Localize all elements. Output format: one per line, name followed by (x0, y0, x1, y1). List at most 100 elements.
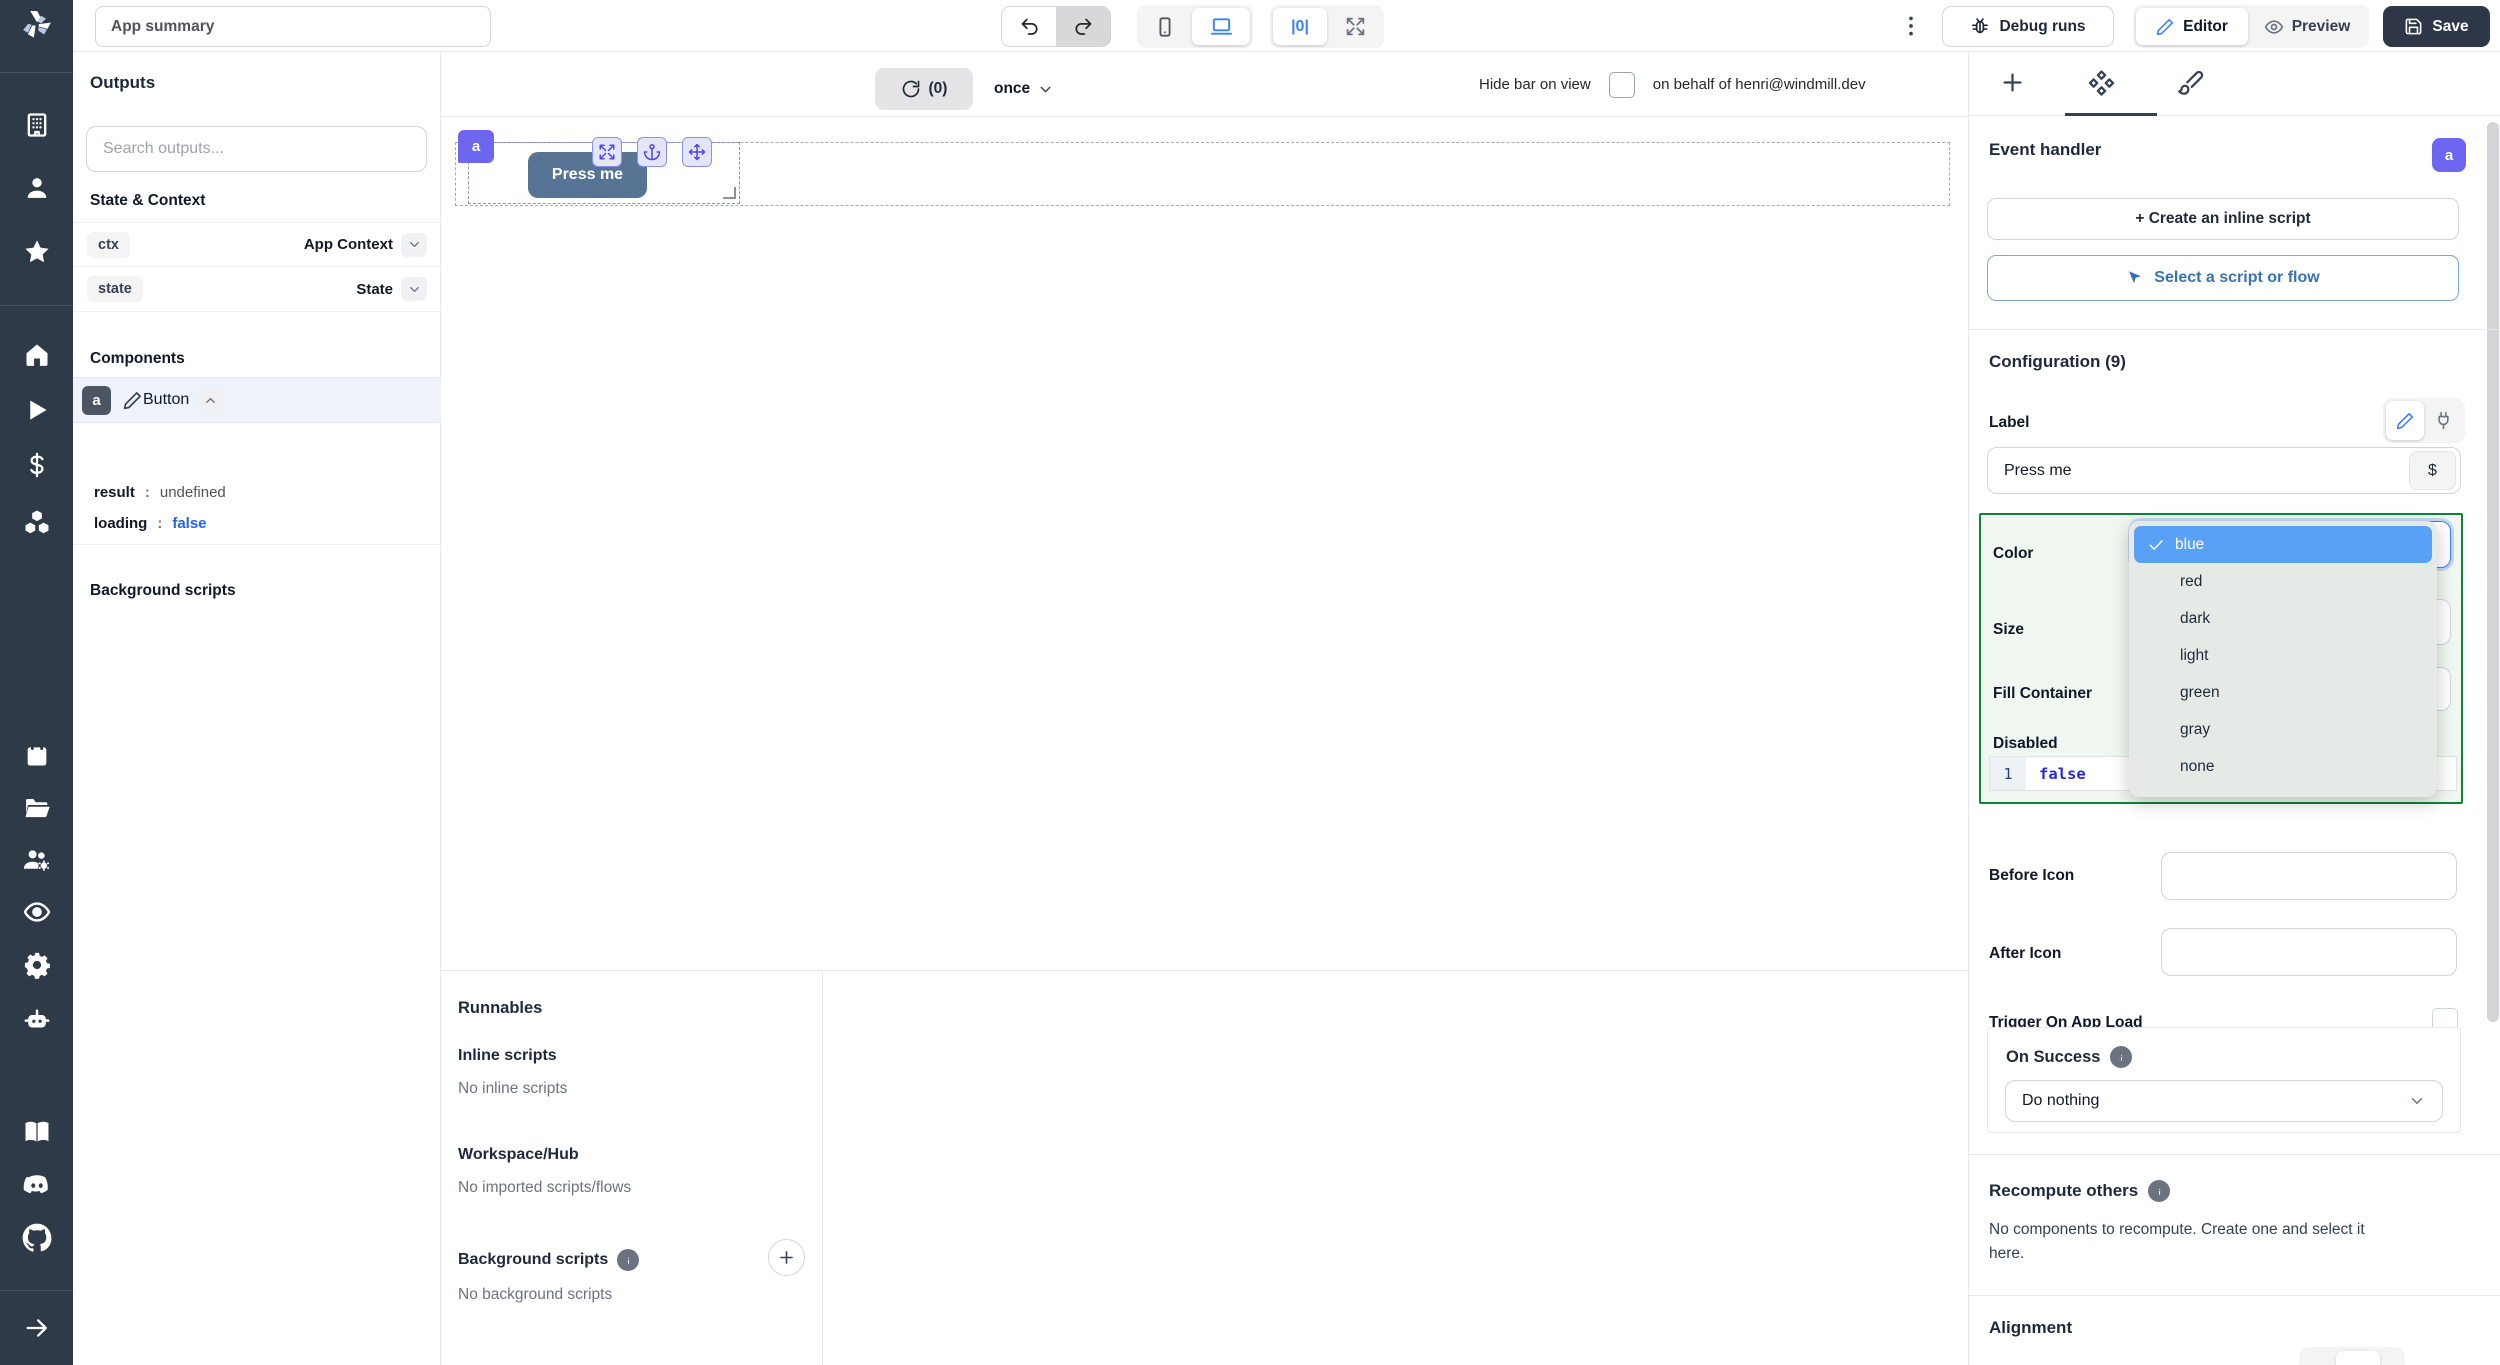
workspace-hub-title: Workspace/Hub (458, 1146, 579, 1163)
on-success-card: On Success Do nothing (1987, 1027, 2461, 1133)
code-value: false (2039, 764, 2086, 783)
create-inline-script-button[interactable]: + Create an inline script (1987, 198, 2459, 240)
after-icon-input[interactable] (2161, 928, 2457, 976)
on-success-value: Do nothing (2022, 1092, 2100, 1109)
panel-scrollbar[interactable] (2487, 122, 2499, 1022)
tab-styling[interactable] (2177, 69, 2204, 96)
select-script-label: Select a script or flow (2154, 269, 2320, 286)
github-icon[interactable] (22, 1223, 52, 1253)
redo-button[interactable] (1056, 7, 1110, 46)
building-icon[interactable] (23, 111, 51, 139)
boxes-icon[interactable] (22, 508, 51, 537)
component-row-button[interactable]: a Button (73, 377, 441, 423)
undo-button[interactable] (1002, 7, 1056, 46)
tab-editor[interactable]: Editor (2136, 8, 2248, 45)
anchor-component-button[interactable] (637, 137, 667, 167)
chevron-down-icon[interactable] (401, 232, 427, 257)
expand-component-button[interactable] (592, 137, 622, 167)
background-scripts-empty: No background scripts (458, 1286, 613, 1303)
app-canvas[interactable]: a Press me (441, 117, 1968, 970)
before-icon-field-label: Before Icon (1989, 867, 2075, 884)
dropdown-option-blue[interactable]: blue (2134, 526, 2432, 563)
play-icon[interactable] (23, 397, 50, 424)
output-row-state[interactable]: state State (73, 267, 441, 312)
label-value-input[interactable] (1988, 461, 2409, 480)
calendar-icon[interactable] (23, 741, 51, 769)
desktop-view-button[interactable] (1192, 8, 1250, 45)
search-outputs-input[interactable] (86, 126, 427, 172)
code-line-number: 1 (1990, 757, 2026, 790)
color-field-label: Color (1993, 545, 2034, 562)
debug-runs-button[interactable]: Debug runs (1942, 6, 2114, 47)
fill-container-field-label: Fill Container (1993, 685, 2093, 702)
tab-preview[interactable]: Preview (2248, 8, 2366, 45)
info-icon[interactable] (2110, 1046, 2133, 1068)
alignment-toggle-partial[interactable] (2299, 1347, 2405, 1365)
discord-icon[interactable] (22, 1170, 52, 1200)
center-align-icon: |0| (1291, 17, 1309, 35)
chevron-up-icon[interactable] (197, 388, 224, 412)
dollar-icon[interactable] (23, 452, 50, 479)
folder-open-icon[interactable] (22, 794, 51, 823)
star-icon[interactable] (23, 238, 51, 266)
add-background-script-button[interactable] (768, 1239, 805, 1276)
dropdown-option-dark[interactable]: dark (2134, 600, 2432, 637)
dropdown-option-gray[interactable]: gray (2134, 711, 2432, 748)
output-id-badge: ctx (87, 231, 130, 258)
dropdown-option-label: green (2180, 683, 2220, 701)
resize-handle[interactable] (723, 187, 736, 199)
connect-value-button[interactable] (2424, 401, 2462, 440)
info-icon[interactable] (2148, 1180, 2171, 1202)
output-row-ctx[interactable]: ctx App Context (73, 222, 441, 267)
component-icon (2088, 70, 2115, 96)
tab-insert-component[interactable] (1999, 69, 2026, 96)
book-icon[interactable] (22, 1118, 51, 1147)
expand-canvas-button[interactable] (1329, 8, 1381, 45)
app-summary-input[interactable] (95, 6, 491, 47)
home-icon[interactable] (23, 341, 51, 369)
arrow-right-icon[interactable] (23, 1314, 51, 1342)
canvas-toolbar: (0) once Hide bar on view on behalf of h… (441, 52, 1968, 117)
tab-component-settings[interactable] (2088, 69, 2115, 96)
dropdown-option-red[interactable]: red (2134, 563, 2432, 600)
alignment-title: Alignment (1989, 1318, 2073, 1337)
mobile-view-button[interactable] (1140, 8, 1190, 45)
chevron-down-icon[interactable] (401, 277, 427, 301)
output-key: loading (94, 515, 148, 532)
output-kv-loading[interactable]: loading : false (94, 515, 207, 532)
kebab-menu-icon[interactable] (1898, 13, 1924, 39)
gear-icon[interactable] (22, 951, 51, 980)
windmill-logo[interactable] (20, 7, 54, 46)
center-align-button[interactable]: |0| (1273, 8, 1327, 45)
static-value-button[interactable] (2386, 401, 2425, 440)
runnables-divider (822, 971, 823, 1365)
users-gear-icon[interactable] (22, 845, 52, 875)
button-component[interactable]: Press me (528, 152, 647, 198)
eye-icon[interactable] (22, 898, 51, 927)
before-icon-input[interactable] (2161, 852, 2457, 900)
sidebar-divider-bottom (0, 1290, 73, 1291)
on-success-select[interactable]: Do nothing (2005, 1080, 2443, 1122)
dropdown-option-label: blue (2175, 535, 2205, 553)
move-component-button[interactable] (682, 137, 712, 167)
edit-id-pencil-icon[interactable] (123, 390, 143, 410)
main-sidebar (0, 0, 73, 1365)
info-icon[interactable] (617, 1249, 640, 1271)
windmill-app-editor: |0| Debug runs Editor Preview S (0, 0, 2500, 1365)
component-id-badge: a (2432, 138, 2466, 172)
on-success-title: On Success (2006, 1046, 2133, 1068)
run-mode-dropdown[interactable]: once (994, 68, 1054, 110)
select-script-button[interactable]: Select a script or flow (1987, 255, 2459, 301)
save-button[interactable]: Save (2383, 6, 2490, 47)
dropdown-option-label: dark (2180, 609, 2211, 627)
dropdown-option-green[interactable]: green (2134, 674, 2432, 711)
dropdown-option-light[interactable]: light (2134, 637, 2432, 674)
dropdown-option-label: red (2180, 572, 2203, 590)
dollar-template-button[interactable]: $ (2409, 451, 2456, 490)
refresh-button[interactable]: (0) (875, 68, 973, 110)
label-value-field: $ (1987, 447, 2461, 494)
dropdown-option-none[interactable]: none (2134, 748, 2432, 785)
robot-icon[interactable] (22, 1005, 52, 1035)
user-icon[interactable] (23, 174, 51, 202)
hide-bar-checkbox[interactable] (1608, 71, 1635, 98)
